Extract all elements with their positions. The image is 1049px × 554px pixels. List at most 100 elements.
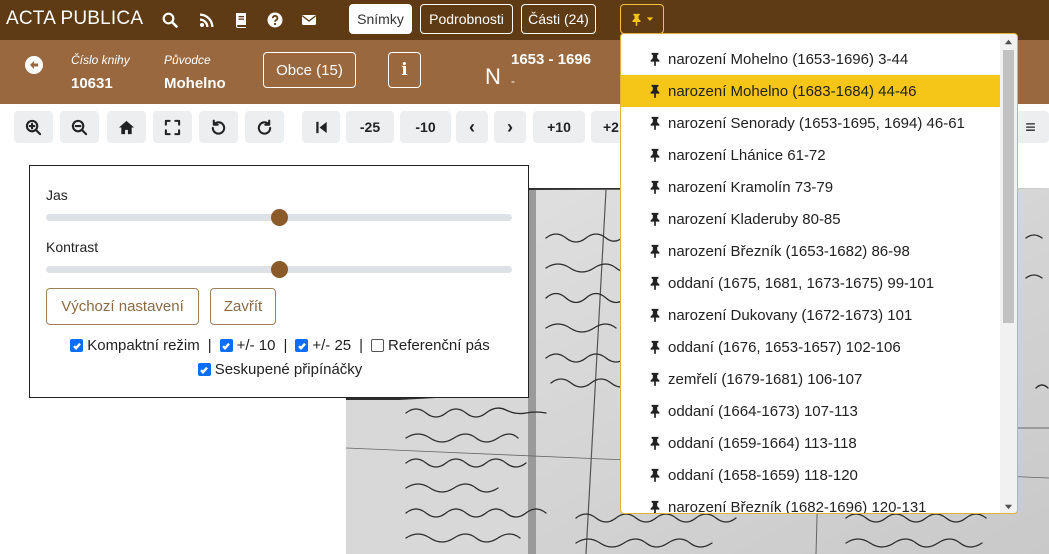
record-type-letter: N bbox=[485, 64, 501, 89]
pushpin-icon bbox=[648, 500, 662, 513]
pushpin-icon bbox=[648, 404, 662, 418]
tab-snimky[interactable]: Snímky bbox=[349, 4, 412, 34]
pin-item[interactable]: narození Lhánice 61-72 bbox=[621, 139, 1001, 171]
pin-item[interactable]: oddaní (1676, 1653-1657) 102-106 bbox=[621, 331, 1001, 363]
pin-item-label: narození Březník (1682-1696) 120-131 bbox=[668, 498, 927, 514]
separator: | bbox=[207, 337, 212, 354]
obce-button[interactable]: Obce (15) bbox=[263, 52, 356, 88]
contrast-slider-thumb[interactable] bbox=[270, 261, 288, 278]
separator: | bbox=[359, 337, 364, 354]
jump-plus-10[interactable]: +10 bbox=[533, 111, 585, 143]
zoom-in-icon[interactable] bbox=[14, 111, 53, 143]
pin-item[interactable]: narození Senorady (1653-1695, 1694) 46-6… bbox=[621, 107, 1001, 139]
pushpin-icon bbox=[648, 180, 662, 194]
tab-casti[interactable]: Části (24) bbox=[521, 4, 596, 34]
help-icon[interactable] bbox=[265, 10, 285, 30]
search-icon[interactable] bbox=[160, 10, 180, 30]
pin-item[interactable]: oddaní (1675, 1681, 1673-1675) 99-101 bbox=[621, 267, 1001, 299]
pin-item[interactable]: narození Mohelno (1653-1696) 3-44 bbox=[621, 43, 1001, 75]
contrast-slider[interactable] bbox=[46, 261, 512, 278]
option-label-reference: Referenční pás bbox=[388, 337, 490, 354]
book-number-value: 10631 bbox=[71, 75, 113, 92]
rss-icon[interactable] bbox=[197, 10, 217, 30]
contrast-label: Kontrast bbox=[46, 239, 99, 255]
pin-item[interactable]: oddaní (1659-1664) 113-118 bbox=[621, 427, 1001, 459]
brightness-label: Jas bbox=[46, 187, 68, 203]
pin-item[interactable]: narození Březník (1653-1682) 86-98 bbox=[621, 235, 1001, 267]
brand-logo[interactable]: ACTA PUBLICA bbox=[6, 8, 143, 30]
pin-item-label: narození Kladeruby 80-85 bbox=[668, 210, 841, 228]
zoom-out-icon[interactable] bbox=[60, 111, 99, 143]
pin-item[interactable]: oddaní (1664-1673) 107-113 bbox=[621, 395, 1001, 427]
image-adjust-panel: Jas Kontrast Výchozí nastavení Zavřít Ko… bbox=[29, 165, 529, 398]
pushpin-icon bbox=[648, 372, 662, 386]
pin-item-label: narození Kramolín 73-79 bbox=[668, 178, 834, 196]
pushpin-icon bbox=[632, 13, 641, 26]
pushpin-icon bbox=[648, 52, 662, 66]
pin-item-label: oddaní (1676, 1653-1657) 102-106 bbox=[668, 338, 901, 356]
pushpin-icon bbox=[648, 116, 662, 130]
checkbox-reference-strip[interactable] bbox=[371, 339, 385, 352]
pin-item-label: narození Mohelno (1653-1696) 3-44 bbox=[668, 50, 909, 68]
year-range: 1653 - 1696 bbox=[511, 51, 592, 68]
pin-item-label: narození Dukovany (1672-1673) 101 bbox=[668, 306, 913, 324]
jump-minus-10[interactable]: -10 bbox=[400, 111, 451, 143]
info-button[interactable]: i bbox=[388, 52, 421, 88]
checkbox-plus-minus-25[interactable] bbox=[295, 339, 309, 352]
pin-item[interactable]: narození Kladeruby 80-85 bbox=[621, 203, 1001, 235]
rotate-right-icon[interactable] bbox=[245, 111, 284, 143]
pushpin-icon bbox=[648, 212, 662, 226]
pushpin-icon bbox=[648, 340, 662, 354]
separator: | bbox=[283, 337, 288, 354]
grouped-pins-row: Seskupené připínáčky bbox=[30, 361, 530, 378]
reset-defaults-button[interactable]: Výchozí nastavení bbox=[46, 288, 199, 325]
dropdown-scrollbar[interactable] bbox=[1000, 34, 1017, 513]
checkbox-grouped-pins[interactable] bbox=[197, 363, 211, 376]
scrollbar-thumb[interactable] bbox=[1003, 50, 1014, 323]
pin-item[interactable]: narození Kramolín 73-79 bbox=[621, 171, 1001, 203]
rotate-left-icon[interactable] bbox=[199, 111, 238, 143]
previous-page-button[interactable]: ‹ bbox=[456, 111, 488, 143]
options-row: Kompaktní režim | +/- 10 | +/- 25 | Refe… bbox=[30, 337, 530, 354]
pins-dropdown-button[interactable] bbox=[620, 4, 664, 34]
pin-item[interactable]: narození Dukovany (1672-1673) 101 bbox=[621, 299, 1001, 331]
year-range-sub: - bbox=[511, 74, 515, 88]
pushpin-icon bbox=[648, 244, 662, 258]
pin-item[interactable]: narození Mohelno (1683-1684) 44-46 bbox=[621, 75, 1001, 107]
pushpin-icon bbox=[648, 468, 662, 482]
pin-item[interactable]: zemřelí (1679-1681) 106-107 bbox=[621, 363, 1001, 395]
home-icon[interactable] bbox=[107, 111, 146, 143]
checkbox-plus-minus-10[interactable] bbox=[219, 339, 233, 352]
pin-item-label: narození Mohelno (1683-1684) 44-46 bbox=[668, 82, 917, 100]
pin-item[interactable]: oddaní (1658-1659) 118-120 bbox=[621, 459, 1001, 491]
close-panel-button[interactable]: Zavřít bbox=[210, 288, 276, 325]
origin-value: Mohelno bbox=[164, 75, 226, 92]
pin-item-label: narození Březník (1653-1682) 86-98 bbox=[668, 242, 910, 260]
scroll-down-icon[interactable] bbox=[1004, 502, 1013, 511]
book-icon[interactable] bbox=[231, 10, 251, 30]
pin-item-label: narození Lhánice 61-72 bbox=[668, 146, 826, 164]
next-page-button[interactable]: › bbox=[494, 111, 526, 143]
pin-item-label: zemřelí (1679-1681) 106-107 bbox=[668, 370, 863, 388]
pin-item-label: oddaní (1658-1659) 118-120 bbox=[668, 466, 858, 484]
brightness-slider-thumb[interactable] bbox=[270, 209, 288, 226]
envelope-icon[interactable] bbox=[299, 10, 319, 30]
tab-podrobnosti[interactable]: Podrobnosti bbox=[420, 4, 513, 34]
scroll-up-icon[interactable] bbox=[1004, 38, 1013, 47]
back-arrow-icon[interactable] bbox=[25, 56, 43, 74]
jump-minus-25[interactable]: -25 bbox=[346, 111, 394, 143]
pushpin-icon bbox=[648, 84, 662, 98]
caret-down-icon bbox=[646, 17, 654, 21]
checkbox-compact-mode[interactable] bbox=[70, 339, 84, 352]
pin-item-label: oddaní (1675, 1681, 1673-1675) 99-101 bbox=[668, 274, 935, 292]
option-label-grouped: Seskupené připínáčky bbox=[214, 361, 363, 378]
pin-item[interactable]: narození Březník (1682-1696) 120-131 bbox=[621, 491, 1001, 514]
brightness-slider[interactable] bbox=[46, 209, 512, 226]
pin-item-label: narození Senorady (1653-1695, 1694) 46-6… bbox=[668, 114, 965, 132]
pushpin-icon bbox=[648, 308, 662, 322]
origin-label: Původce bbox=[164, 53, 211, 67]
fullscreen-icon[interactable] bbox=[153, 111, 192, 143]
pin-item-label: oddaní (1659-1664) 113-118 bbox=[668, 434, 857, 452]
first-page-icon[interactable] bbox=[302, 111, 340, 143]
pins-dropdown-menu: narození Mohelno (1653-1696) 3-44 narozen… bbox=[620, 33, 1018, 514]
